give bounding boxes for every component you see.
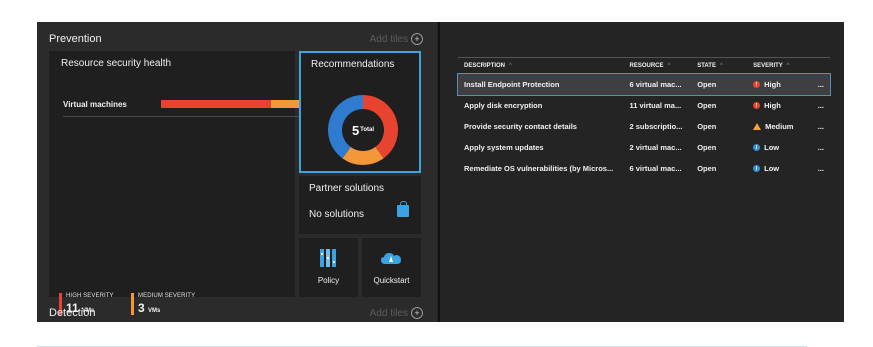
row-more-button[interactable]: ... <box>812 116 830 137</box>
policy-icon <box>320 249 336 267</box>
plus-circle-icon: + <box>411 307 423 319</box>
table-row[interactable]: Install Endpoint Protection 6 virtual mac… <box>457 72 831 96</box>
row-severity: ! High <box>747 95 812 116</box>
vm-row-label: Virtual machines <box>63 100 127 109</box>
prevention-title: Prevention <box>49 33 102 45</box>
high-severity-bar <box>161 100 271 108</box>
sort-icon: ^ <box>509 62 512 69</box>
security-center-panel: Prevention Add tiles + Resource security… <box>37 22 844 322</box>
add-tiles-prevention[interactable]: Add tiles + <box>370 33 423 45</box>
column-header-resource[interactable]: RESOURCE ^ <box>623 57 692 74</box>
policy-tile[interactable]: Policy <box>299 238 358 297</box>
row-more-button[interactable]: ... <box>812 158 830 179</box>
info-circle-icon: i <box>753 165 761 172</box>
sort-icon: ^ <box>786 62 790 69</box>
table-row[interactable]: Apply disk encryption 11 virtual ma... Ope… <box>458 95 830 116</box>
severity-label: High <box>764 80 781 89</box>
row-description: Provide security contact details <box>464 122 577 131</box>
row-resource: 2 virtual mac... <box>629 143 682 152</box>
shopping-bag-icon <box>397 201 409 217</box>
warning-triangle-icon <box>753 123 762 130</box>
row-state: Open <box>697 122 717 131</box>
error-circle-icon: ! <box>753 102 761 109</box>
medium-severity-count: 3 VMs <box>138 301 161 315</box>
add-tiles-detection[interactable]: Add tiles + <box>370 307 423 319</box>
row-more-button[interactable]: ... <box>812 137 830 158</box>
row-description: Remediate OS vulnerabilities (by Micros.… <box>464 164 614 173</box>
table-header-row: DESCRIPTION ^ RESOURCE ^ STATE ^ SEVERITY ^ <box>458 57 830 74</box>
row-description: Install Endpoint Protection <box>458 73 624 95</box>
row-resource: 6 virtual mac... <box>629 164 682 173</box>
medium-severity-bar <box>271 100 299 108</box>
row-severity: ! High <box>747 73 812 95</box>
row-state: Open <box>697 143 717 152</box>
column-header-severity[interactable]: SEVERITY ^ <box>747 57 812 74</box>
recommendations-list-pane: DESCRIPTION ^ RESOURCE ^ STATE ^ SEVERITY ^ … <box>440 22 844 322</box>
severity-label: Low <box>764 164 780 173</box>
row-divider <box>63 116 299 117</box>
recommendations-tile[interactable]: Recommendations 5 Total <box>299 51 421 173</box>
row-state: Open <box>691 73 748 95</box>
column-header-actions <box>811 57 830 74</box>
recommendations-title: Recommendations <box>311 59 395 70</box>
vm-health-row[interactable]: Virtual machines <box>63 100 299 110</box>
row-severity: i Low <box>747 158 812 179</box>
resource-health-title: Resource security health <box>61 58 172 69</box>
recommendations-donut: 5 Total <box>327 94 399 171</box>
partner-solutions-tile[interactable]: Partner solutions No solutions <box>299 176 421 234</box>
add-tiles-label: Add tiles <box>369 307 408 319</box>
row-more-button[interactable]: ... <box>812 95 830 116</box>
plus-circle-icon: + <box>411 33 423 45</box>
sort-icon: ^ <box>719 62 723 69</box>
medium-severity-summary: MEDIUM SEVERITY 3 VMs <box>131 293 195 315</box>
row-description: Apply system updates <box>464 143 544 152</box>
cloud-quickstart-icon <box>381 253 401 264</box>
quickstart-label: Quickstart <box>373 276 410 285</box>
add-tiles-label: Add tiles <box>369 33 408 45</box>
row-state: Open <box>697 101 717 110</box>
table-row[interactable]: Apply system updates 2 virtual mac... Open… <box>458 137 830 158</box>
donut-total: 5 Total <box>351 122 375 138</box>
row-resource: 2 subscriptio... <box>629 122 683 131</box>
medium-severity-label: MEDIUM SEVERITY <box>138 293 196 299</box>
column-header-state[interactable]: STATE ^ <box>691 57 748 74</box>
info-circle-icon: i <box>753 144 761 151</box>
row-severity: i Low <box>747 137 812 158</box>
policy-label: Policy <box>317 276 340 285</box>
sort-icon: ^ <box>667 62 671 69</box>
row-resource: 6 virtual mac... <box>623 73 692 95</box>
resource-health-tile[interactable]: Resource security health Virtual machine… <box>49 51 299 315</box>
detection-title: Detection <box>49 307 96 319</box>
error-circle-icon: ! <box>753 81 761 88</box>
row-severity: Medium <box>747 116 812 137</box>
table-row[interactable]: Remediate OS vulnerabilities (by Micros.… <box>458 158 830 179</box>
severity-label: Low <box>764 143 780 152</box>
severity-label: High <box>764 101 781 110</box>
partner-status: No solutions <box>309 209 365 220</box>
column-header-description[interactable]: DESCRIPTION ^ <box>458 57 624 74</box>
table-row[interactable]: Provide security contact details 2 subscr… <box>458 116 830 137</box>
quickstart-tile[interactable]: Quickstart <box>362 238 421 297</box>
row-resource: 11 virtual ma... <box>629 101 682 110</box>
left-pane: Prevention Add tiles + Resource security… <box>37 22 437 322</box>
high-severity-label: HIGH SEVERITY <box>66 293 114 299</box>
severity-label: Medium <box>765 122 794 131</box>
row-description: Apply disk encryption <box>464 101 543 110</box>
recommendations-table: DESCRIPTION ^ RESOURCE ^ STATE ^ SEVERITY ^ … <box>457 57 831 179</box>
row-more-button[interactable]: ... <box>811 73 830 95</box>
partner-title: Partner solutions <box>309 183 385 194</box>
row-state: Open <box>697 164 717 173</box>
